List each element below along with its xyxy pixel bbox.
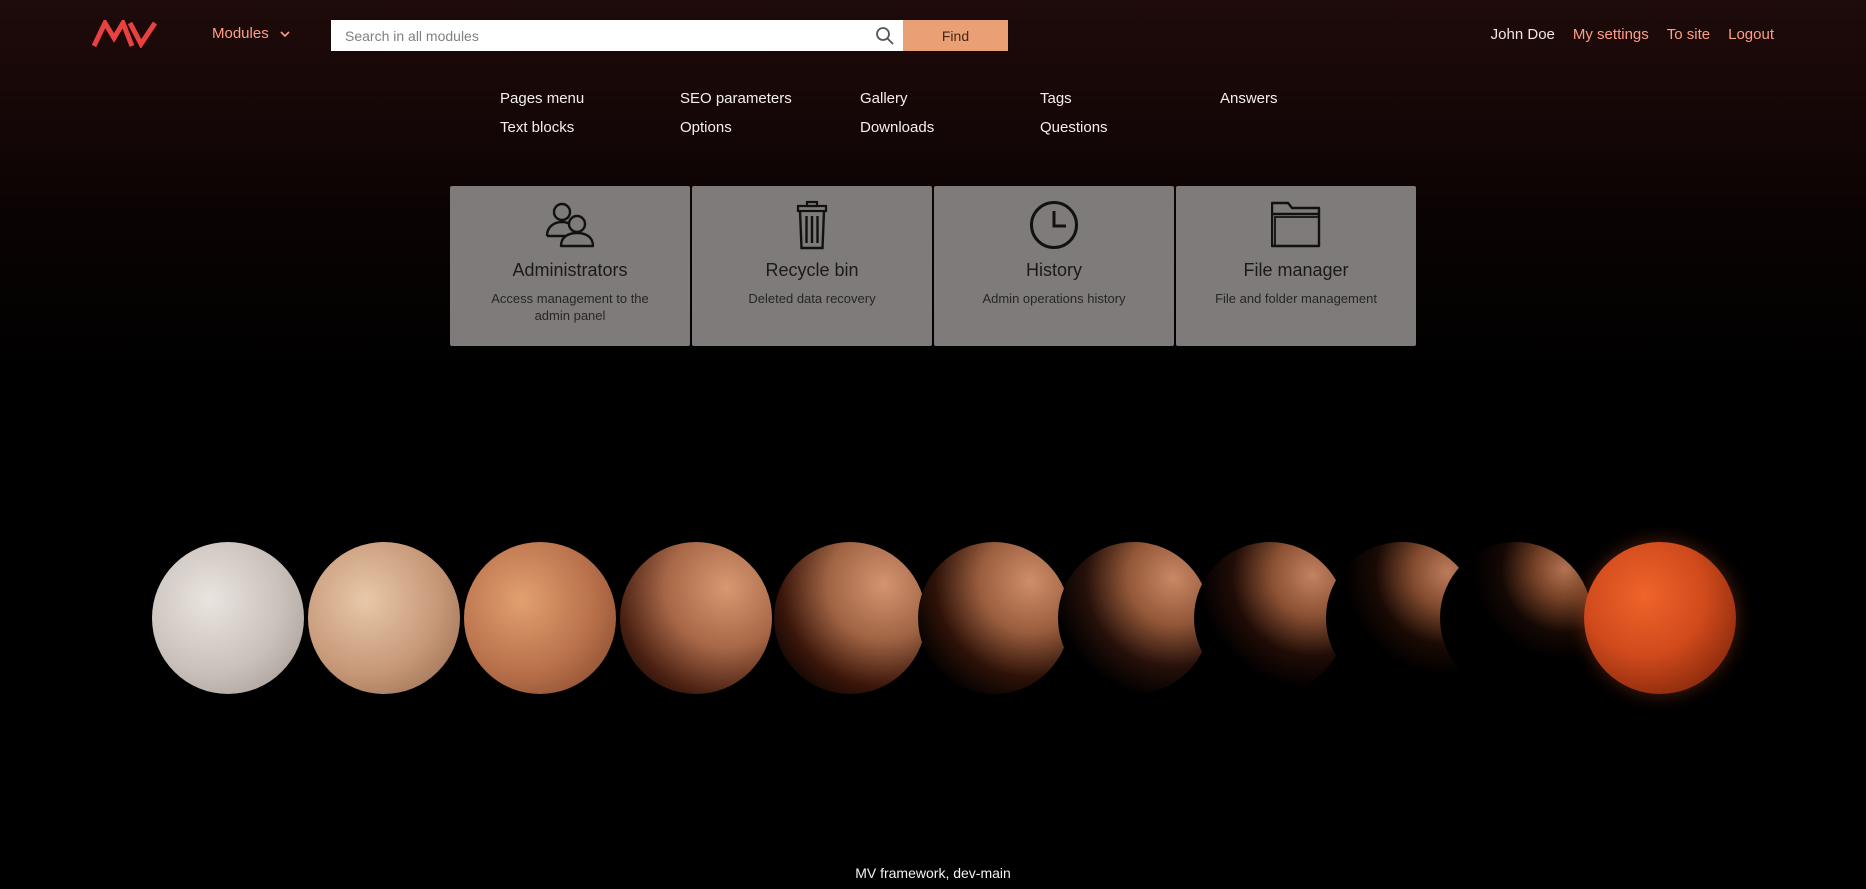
modules-menu: Pages menu SEO parameters Gallery Tags A… xyxy=(500,90,1400,150)
moon-phase-2 xyxy=(308,542,460,694)
menu-item-pages-menu[interactable]: Pages menu xyxy=(500,90,584,107)
tile-administrators[interactable]: Administrators Access management to the … xyxy=(450,186,690,346)
moon-phase-8 xyxy=(1194,542,1346,694)
tile-description: Access management to the admin panel xyxy=(491,291,649,323)
my-settings-link[interactable]: My settings xyxy=(1573,26,1649,43)
menu-item-tags[interactable]: Tags xyxy=(1040,90,1072,107)
find-button[interactable]: Find xyxy=(903,20,1008,51)
moon-phase-11 xyxy=(1584,542,1736,694)
moon-phase-1 xyxy=(152,542,304,694)
logout-link[interactable]: Logout xyxy=(1728,26,1774,43)
tile-file-manager[interactable]: File manager File and folder management xyxy=(1176,186,1416,346)
menu-item-seo-parameters[interactable]: SEO parameters xyxy=(680,90,792,107)
menu-item-answers[interactable]: Answers xyxy=(1220,90,1278,107)
logo[interactable] xyxy=(92,20,158,48)
moon-phase-3 xyxy=(464,542,616,694)
moon-phase-7 xyxy=(1058,542,1210,694)
trash-icon xyxy=(796,200,828,250)
user-nav: John Doe My settings To site Logout xyxy=(1491,26,1774,43)
administrators-icon xyxy=(545,202,595,248)
chevron-down-icon xyxy=(280,31,290,38)
tile-description: File and folder management xyxy=(1215,291,1377,306)
tile-title: Administrators xyxy=(512,260,628,280)
search-icon[interactable] xyxy=(875,26,894,45)
footer-text: MV framework, dev-main xyxy=(855,865,1011,881)
moon-phase-10 xyxy=(1440,542,1592,694)
moon-phase-6 xyxy=(918,542,1070,694)
tile-recycle-bin[interactable]: Recycle bin Deleted data recovery xyxy=(692,186,932,346)
modules-label: Modules xyxy=(212,25,269,42)
tile-description: Admin operations history xyxy=(982,291,1126,306)
lunar-eclipse-image xyxy=(0,520,1866,720)
tile-title: File manager xyxy=(1243,260,1349,280)
search-bar: Find xyxy=(331,20,1008,51)
to-site-link[interactable]: To site xyxy=(1667,26,1710,43)
user-name: John Doe xyxy=(1490,26,1555,43)
moon-phase-4 xyxy=(620,542,772,694)
module-tiles: Administrators Access management to the … xyxy=(450,186,1416,346)
moon-phase-5 xyxy=(774,542,926,694)
menu-item-gallery[interactable]: Gallery xyxy=(860,90,908,107)
folder-icon xyxy=(1271,201,1321,248)
menu-item-options[interactable]: Options xyxy=(680,119,732,136)
menu-item-text-blocks[interactable]: Text blocks xyxy=(500,119,574,136)
top-header: Modules Find John Doe My settings To sit… xyxy=(0,0,1866,70)
tile-description: Deleted data recovery xyxy=(748,291,876,306)
tile-title: History xyxy=(1025,260,1082,280)
tile-history[interactable]: History Admin operations history xyxy=(934,186,1174,346)
menu-item-downloads[interactable]: Downloads xyxy=(860,119,934,136)
modules-dropdown-toggle[interactable]: Modules xyxy=(212,25,291,42)
tile-title: Recycle bin xyxy=(765,260,859,280)
menu-item-questions[interactable]: Questions xyxy=(1040,119,1108,136)
search-input[interactable] xyxy=(331,20,903,51)
clock-icon xyxy=(1030,201,1078,249)
